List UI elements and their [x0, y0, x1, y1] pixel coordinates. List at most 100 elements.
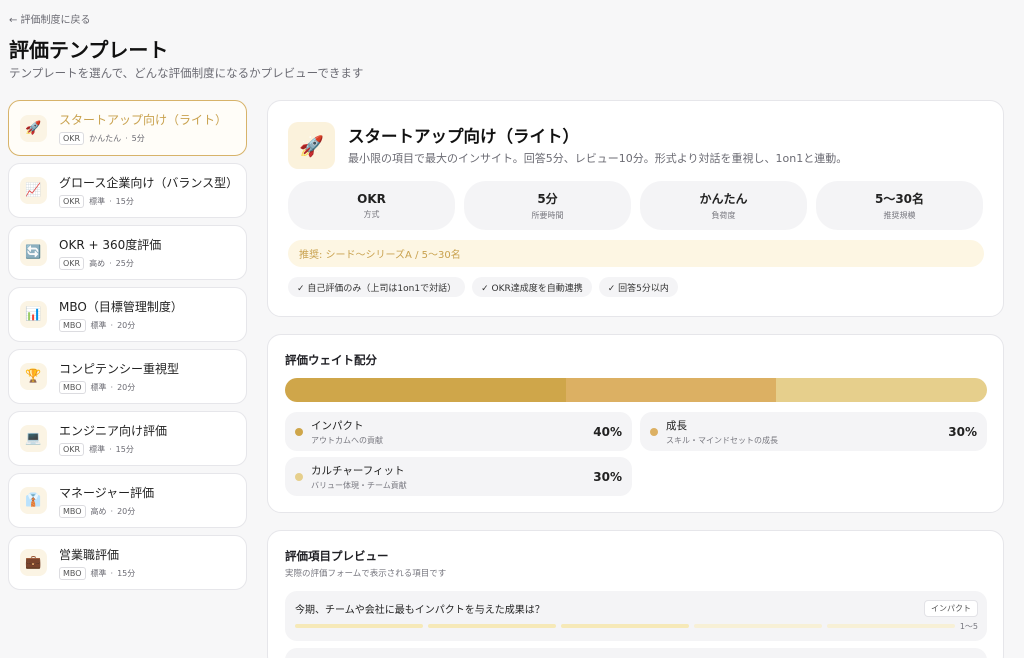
- weight-percent: 40%: [593, 424, 622, 439]
- question-text: 今期、チームや会社に最もインパクトを与えた成果は？: [295, 605, 545, 616]
- template-item-meta: OKR 標準 · 15分: [59, 194, 238, 208]
- template-item-meta: OKR 標準 · 15分: [59, 442, 167, 456]
- duration: 15分: [117, 568, 136, 578]
- template-item[interactable]: 📊 MBO（目標管理制度） MBO 標準 · 20分: [8, 287, 247, 342]
- question-category-badge: インパクト: [924, 600, 978, 617]
- chart-increasing-icon: 📈: [20, 177, 47, 204]
- method-tag: MBO: [59, 380, 86, 394]
- stat-duration: 5分 所要時間: [464, 181, 631, 230]
- load-level: 高め: [89, 258, 106, 268]
- weight-name: 成長: [666, 419, 687, 432]
- separator: ·: [110, 320, 114, 330]
- template-item-text: コンピテンシー重視型 MBO 標準 · 20分: [59, 360, 179, 394]
- template-detail-card: 🚀 スタートアップ向け（ライト） 最小限の項目で最大のインサイト。回答5分、レビ…: [267, 100, 1004, 317]
- load-level: 高め: [90, 506, 107, 516]
- trophy-icon: 🏆: [20, 363, 47, 390]
- template-item-name: マネージャー評価: [59, 485, 155, 500]
- template-item[interactable]: 🏆 コンピテンシー重視型 MBO 標準 · 20分: [8, 349, 247, 404]
- rating-scale[interactable]: [295, 624, 955, 628]
- duration: 15分: [115, 444, 134, 454]
- separator: ·: [109, 444, 112, 454]
- template-item-text: 営業職評価 MBO 標準 · 15分: [59, 546, 135, 580]
- preview-subtitle: 実際の評価フォームで表示される項目です: [285, 569, 447, 579]
- template-item[interactable]: 🔄 OKR + 360度評価 OKR 高め · 25分: [8, 225, 247, 280]
- method-tag: OKR: [59, 442, 85, 456]
- template-item[interactable]: 👔 マネージャー評価 MBO 高め · 20分: [8, 473, 247, 528]
- separator: ·: [110, 568, 114, 578]
- weight-segment: [565, 378, 777, 402]
- load-level: 標準: [89, 196, 106, 206]
- stat-method: OKR 方式: [288, 181, 455, 230]
- weight-description: アウトカムへの貢献: [311, 435, 383, 445]
- weight-segment: [776, 378, 987, 402]
- feature-chip: ✓ 自己評価のみ（上司は1on1で対話）: [288, 277, 466, 297]
- template-stats: OKR 方式 5分 所要時間 かんたん 負荷度 5〜30名 推奨規模: [288, 181, 983, 230]
- duration: 20分: [117, 320, 136, 330]
- rocket-icon: 🚀: [20, 114, 47, 142]
- rating-scale-segment: [295, 624, 423, 628]
- load-level: 標準: [89, 444, 106, 454]
- briefcase-icon: 💼: [20, 549, 47, 576]
- duration: 20分: [117, 506, 136, 516]
- template-item[interactable]: 💼 営業職評価 MBO 標準 · 15分: [8, 535, 247, 590]
- template-description: 最小限の項目で最大のインサイト。回答5分、レビュー10分。形式より対話を重視し、…: [348, 152, 848, 165]
- weight-description: スキル・マインドセットの成長: [666, 435, 778, 445]
- template-item-text: MBO（目標管理制度） MBO 標準 · 20分: [59, 298, 183, 332]
- rating-scale-segment: [827, 624, 955, 628]
- template-item-meta: OKR かんたん · 5分: [59, 132, 227, 145]
- weight-percent: 30%: [593, 469, 622, 484]
- weight-item: インパクト アウトカムへの貢献 40%: [285, 412, 632, 451]
- weight-text: カルチャーフィット バリュー体現・チーム貢献: [311, 463, 593, 491]
- method-tag: OKR: [59, 256, 85, 270]
- template-item-meta: MBO 標準 · 15分: [59, 566, 136, 580]
- preview-card: 評価項目プレビュー 実際の評価フォームで表示される項目です 今期、チームや会社に…: [267, 530, 1004, 658]
- template-item-text: OKR + 360度評価 OKR 高め · 25分: [59, 236, 161, 270]
- template-item-name: グロース企業向け（バランス型）: [59, 175, 239, 190]
- weight-segment: [285, 378, 566, 402]
- weight-card: 評価ウェイト配分 インパクト アウトカムへの貢献 40% 成長 スキル・マインドセットの…: [267, 334, 1004, 513]
- weight-percent: 30%: [948, 424, 977, 439]
- duration: 25分: [115, 258, 134, 268]
- method-tag: MBO: [59, 504, 86, 518]
- weight-item: カルチャーフィット バリュー体現・チーム貢献 30%: [285, 457, 632, 496]
- template-item-name: 営業職評価: [59, 547, 120, 562]
- template-item-meta: MBO 高め · 20分: [59, 504, 154, 518]
- separator: ·: [109, 258, 112, 268]
- template-title: スタートアップ向け（ライト）: [348, 127, 579, 146]
- template-item-name: スタートアップ向け（ライト）: [59, 113, 228, 127]
- feature-chip: ✓ OKR達成度を自動連携: [472, 277, 592, 297]
- back-link[interactable]: ← 評価制度に戻る: [9, 11, 91, 26]
- necktie-icon: 👔: [20, 487, 47, 514]
- template-item[interactable]: 📈 グロース企業向け（バランス型） OKR 標準 · 15分: [8, 163, 247, 218]
- template-item-name: OKR + 360度評価: [59, 237, 162, 252]
- separator: ·: [110, 382, 114, 392]
- weight-color-dot: [650, 427, 658, 436]
- preview-title: 評価項目プレビュー: [285, 549, 389, 563]
- template-item-meta: MBO 標準 · 20分: [59, 318, 183, 332]
- template-item[interactable]: 🚀 スタートアップ向け（ライト） OKR かんたん · 5分: [8, 100, 247, 156]
- method-tag: MBO: [59, 318, 86, 332]
- separator: ·: [125, 134, 128, 143]
- cycle-arrows-icon: 🔄: [20, 239, 47, 266]
- stat-team-size: 5〜30名 推奨規模: [816, 181, 983, 230]
- template-item-meta: MBO 標準 · 20分: [59, 380, 179, 394]
- duration: 5分: [131, 134, 145, 143]
- rating-scale-range: 1〜5: [959, 622, 978, 631]
- stat-load: かんたん 負荷度: [640, 181, 807, 230]
- weight-color-dot: [295, 427, 303, 436]
- template-item-text: マネージャー評価 MBO 高め · 20分: [59, 484, 154, 518]
- template-item-text: グロース企業向け（バランス型） OKR 標準 · 15分: [59, 174, 238, 208]
- rocket-icon: 🚀: [288, 122, 335, 169]
- method-tag: OKR: [59, 132, 85, 145]
- template-item-name: コンピテンシー重視型: [59, 361, 180, 376]
- weight-name: インパクト: [311, 419, 364, 432]
- rating-scale-segment: [428, 624, 556, 628]
- template-item[interactable]: 💻 エンジニア向け評価 OKR 標準 · 15分: [8, 411, 247, 466]
- feature-chip: ✓ 回答5分以内: [598, 277, 678, 297]
- template-item-text: スタートアップ向け（ライト） OKR かんたん · 5分: [59, 111, 227, 145]
- duration: 20分: [117, 382, 136, 392]
- template-item-text: エンジニア向け評価 OKR 標準 · 15分: [59, 422, 167, 456]
- method-tag: OKR: [59, 194, 85, 208]
- weight-text: インパクトアウトカムへの貢献: [311, 418, 593, 446]
- template-item-meta: OKR 高め · 25分: [59, 256, 161, 270]
